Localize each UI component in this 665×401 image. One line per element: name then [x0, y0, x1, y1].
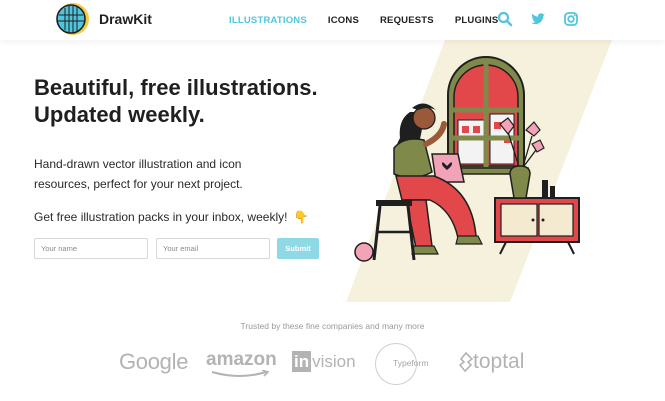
hero-title-line2: Updated weekly.	[34, 102, 205, 127]
main-nav: ILLUSTRATIONS ICONS REQUESTS PLUGINS	[229, 0, 519, 40]
ball	[354, 242, 374, 262]
nav-icons[interactable]: ICONS	[328, 15, 359, 26]
hero-subtitle: Hand-drawn vector illustration and icon …	[34, 157, 243, 191]
search-icon[interactable]	[497, 11, 513, 27]
newsletter-cta: Get free illustration packs in your inbo…	[34, 210, 309, 224]
invision-logo-mark: in	[292, 351, 312, 372]
hero-title-line1: Beautiful, free illustrations.	[34, 75, 318, 100]
instagram-icon[interactable]	[563, 11, 579, 27]
submit-button[interactable]: Submit	[277, 238, 319, 259]
nav-illustrations[interactable]: ILLUSTRATIONS	[229, 15, 307, 26]
amazon-smile-icon	[211, 370, 270, 377]
nav-icon-group	[497, 11, 579, 27]
amazon-logo: amazon	[206, 349, 277, 377]
pointing-down-icon: 👇	[293, 210, 309, 224]
google-logo: Google	[119, 349, 189, 374]
invision-logo: in vision	[292, 351, 356, 372]
nav-plugins[interactable]: PLUGINS	[455, 15, 499, 26]
twitter-icon[interactable]	[530, 11, 546, 27]
toptal-logo-icon	[459, 352, 473, 372]
invision-logo-text: vision	[312, 352, 356, 371]
nav-requests[interactable]: REQUESTS	[380, 15, 434, 26]
top-navbar: DrawKit ILLUSTRATIONS ICONS REQUESTS PLU…	[0, 0, 665, 40]
drawkit-logo-icon[interactable]	[56, 2, 90, 36]
trusted-heading: Trusted by these fine companies and many…	[240, 321, 425, 331]
toptal-logo: toptal	[473, 350, 525, 373]
hero-title: Beautiful, free illustrations. Updated w…	[34, 74, 334, 128]
brand-name[interactable]: DrawKit	[99, 11, 152, 27]
hero-illustration	[346, 40, 612, 302]
newsletter-cta-text: Get free illustration packs in your inbo…	[34, 210, 288, 224]
amazon-logo-text: amazon	[206, 349, 277, 370]
name-input[interactable]	[34, 238, 148, 259]
typeform-logo: Typeform	[393, 358, 429, 368]
email-input[interactable]	[156, 238, 270, 259]
